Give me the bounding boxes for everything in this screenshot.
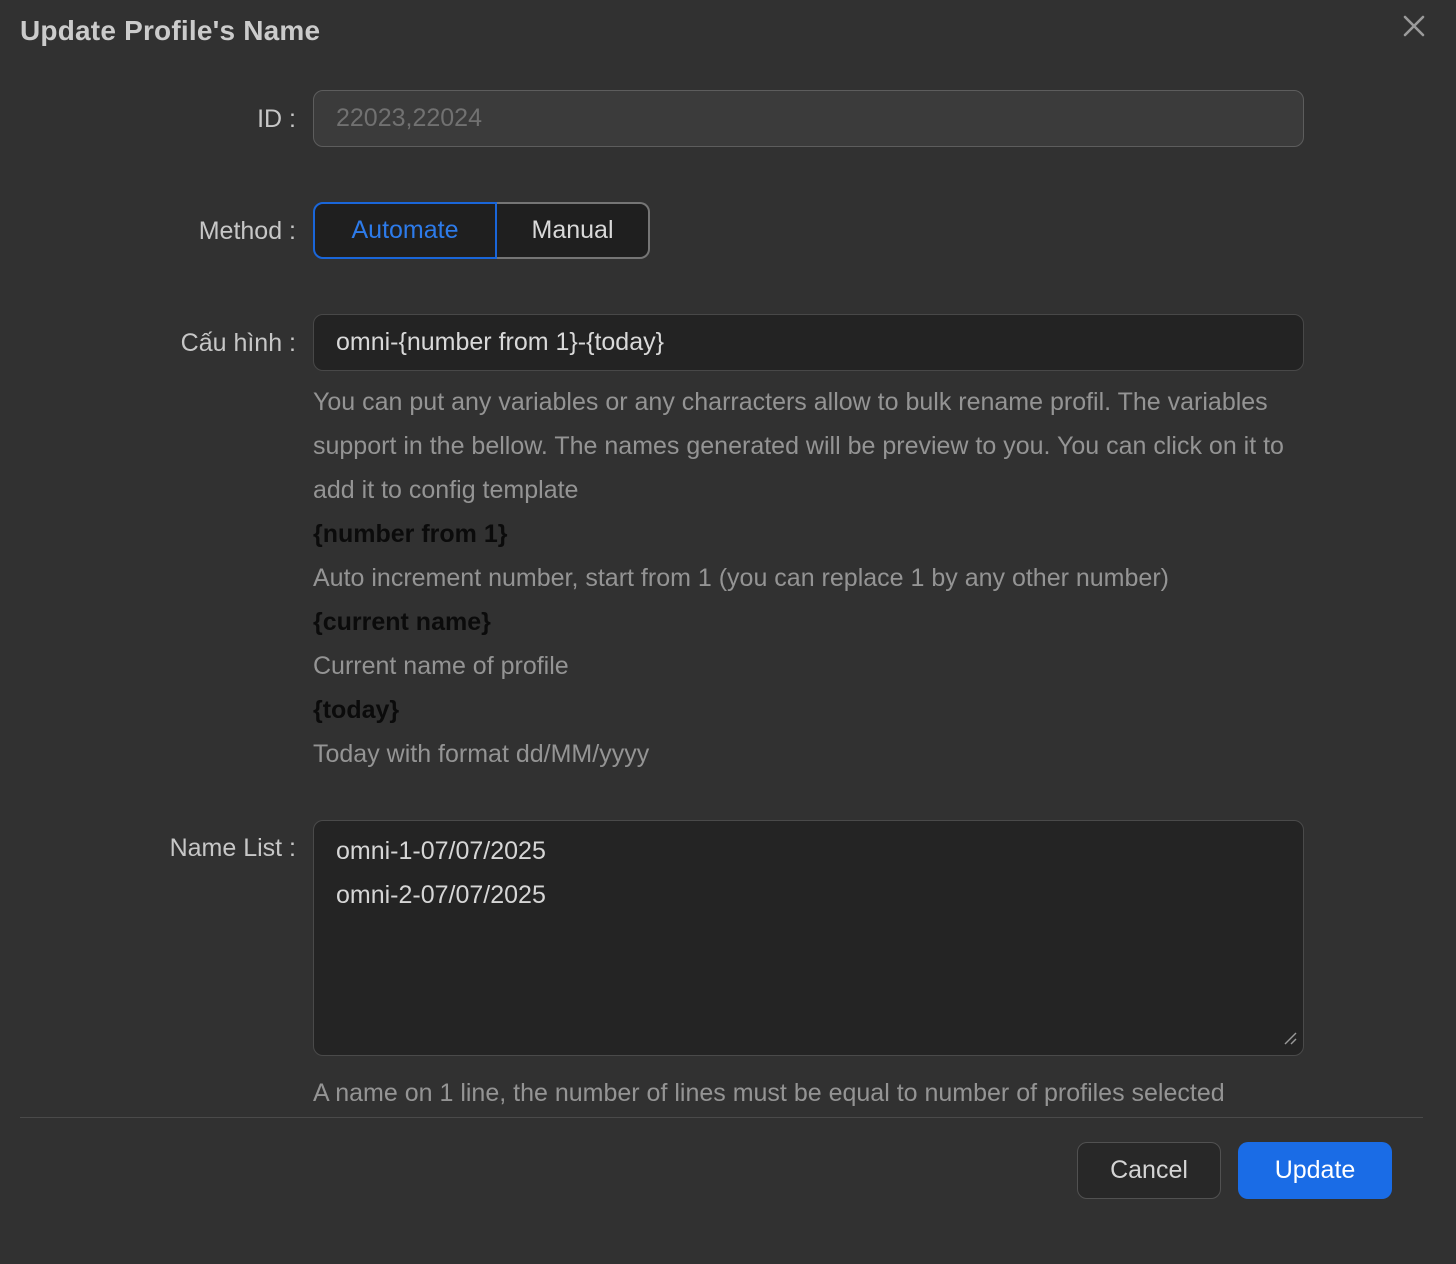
- name-list-label: Name List :: [0, 820, 296, 863]
- variable-token-number-from-1[interactable]: {number from 1}: [313, 512, 1313, 556]
- close-button[interactable]: [1396, 8, 1432, 44]
- method-label: Method :: [0, 216, 296, 246]
- method-option-automate[interactable]: Automate: [313, 202, 497, 259]
- modal-header: Update Profile's Name: [0, 0, 1456, 48]
- method-row: Method : Automate Manual: [0, 202, 1456, 259]
- close-icon: [1400, 12, 1428, 40]
- name-list-textarea[interactable]: omni-1-07/07/2025 omni-2-07/07/2025: [313, 820, 1304, 1056]
- config-label: Cấu hình :: [0, 328, 296, 358]
- name-list-textarea-wrap: omni-1-07/07/2025 omni-2-07/07/2025: [313, 820, 1304, 1061]
- id-row: ID :: [0, 90, 1456, 147]
- config-row: Cấu hình :: [0, 314, 1456, 371]
- footer-divider: [20, 1117, 1423, 1118]
- modal-footer: Cancel Update: [0, 1142, 1456, 1199]
- variable-token-current-name[interactable]: {current name}: [313, 600, 1313, 644]
- config-help-intro: You can put any variables or any charrac…: [313, 380, 1313, 512]
- name-list-help-text: A name on 1 line, the number of lines mu…: [313, 1073, 1313, 1113]
- config-help-block: You can put any variables or any charrac…: [313, 380, 1313, 776]
- update-button[interactable]: Update: [1238, 1142, 1392, 1199]
- modal-title: Update Profile's Name: [20, 14, 1436, 48]
- variable-description: Auto increment number, start from 1 (you…: [313, 556, 1313, 600]
- variable-description: Today with format dd/MM/yyyy: [313, 732, 1313, 776]
- config-template-input[interactable]: [313, 314, 1304, 371]
- name-list-row: Name List : omni-1-07/07/2025 omni-2-07/…: [0, 820, 1456, 1061]
- variable-token-today[interactable]: {today}: [313, 688, 1313, 732]
- update-profile-form: ID : Method : Automate Manual Cấu hình :…: [0, 90, 1456, 1113]
- resize-handle-icon[interactable]: [1282, 1030, 1298, 1051]
- update-profile-name-modal: Update Profile's Name ID : Method : Auto…: [0, 0, 1456, 1264]
- id-input[interactable]: [313, 90, 1304, 147]
- id-label: ID :: [0, 104, 296, 134]
- method-segmented-control: Automate Manual: [313, 202, 650, 259]
- variable-description: Current name of profile: [313, 644, 1313, 688]
- method-option-manual[interactable]: Manual: [497, 202, 650, 259]
- cancel-button[interactable]: Cancel: [1077, 1142, 1221, 1199]
